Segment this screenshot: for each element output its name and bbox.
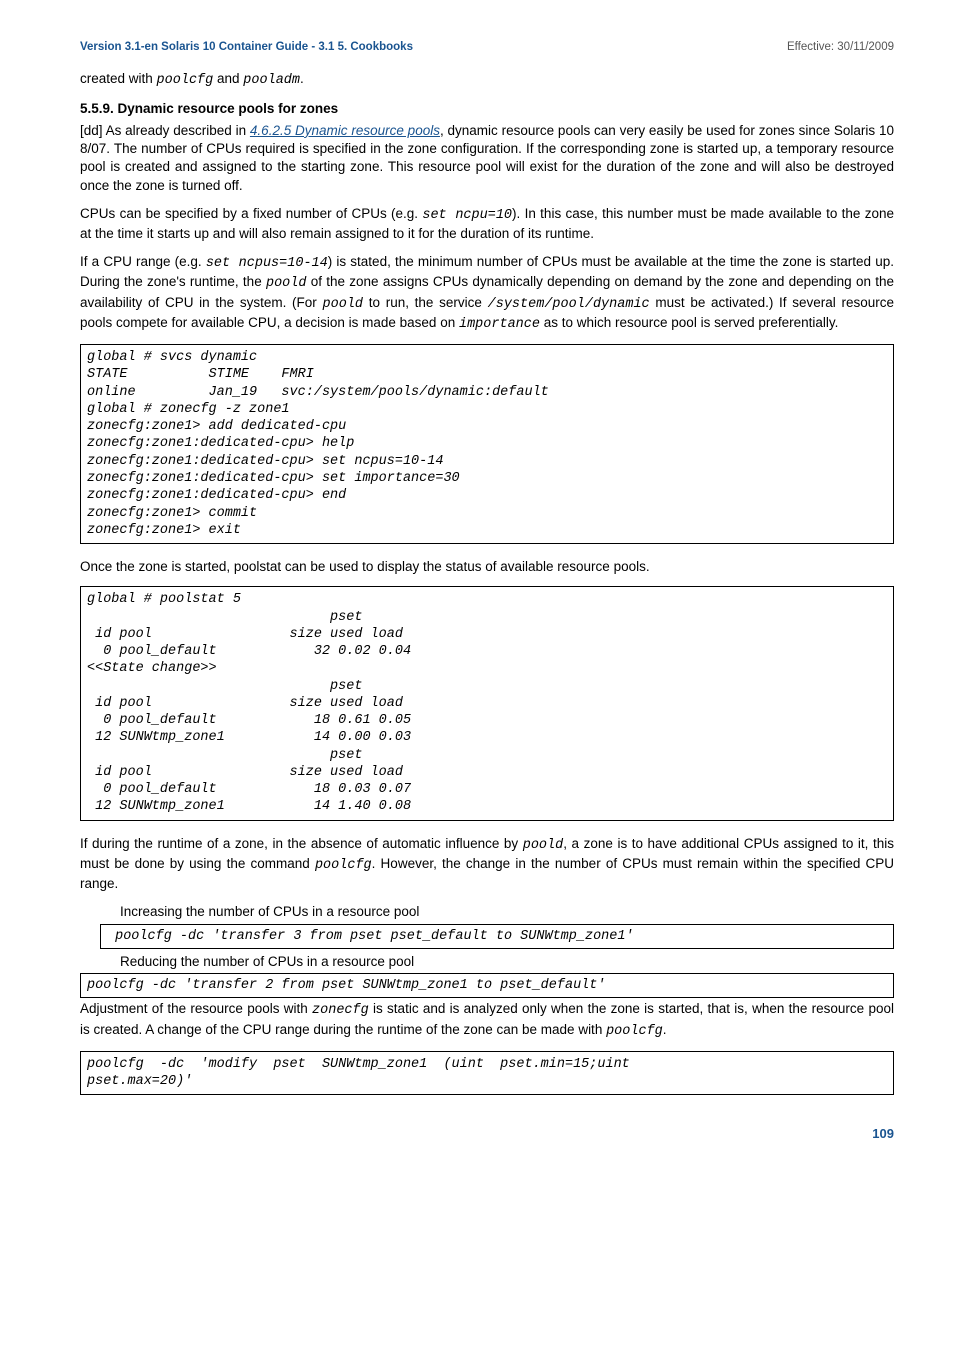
text: [dd] As already described in bbox=[80, 123, 250, 138]
page-header: Version 3.1-en Solaris 10 Container Guid… bbox=[80, 40, 894, 56]
code-importance: importance bbox=[459, 317, 540, 332]
text: created with bbox=[80, 71, 157, 86]
code-service-path: /system/pool/dynamic bbox=[488, 297, 650, 312]
code-block-transfer-reduce: poolcfg -dc 'transfer 2 from pset SUNWtm… bbox=[80, 973, 894, 998]
page-number: 109 bbox=[80, 1125, 894, 1143]
header-left: Version 3.1-en Solaris 10 Container Guid… bbox=[80, 40, 413, 56]
code-block-poolstat: global # poolstat 5 pset id pool size us… bbox=[80, 586, 894, 820]
paragraph-4: Once the zone is started, poolstat can b… bbox=[80, 558, 894, 576]
code-poolcfg-3: poolcfg bbox=[606, 1024, 663, 1039]
text: as to which resource pool is served pref… bbox=[540, 315, 838, 330]
code-set-ncpu: set ncpu=10 bbox=[422, 208, 512, 223]
code-poolcfg: poolcfg bbox=[157, 73, 214, 88]
text: to run, the service bbox=[363, 295, 488, 310]
code-block-modify-pset: poolcfg -dc 'modify pset SUNWtmp_zone1 (… bbox=[80, 1051, 894, 1096]
intro-line: created with poolcfg and pooladm. bbox=[80, 70, 894, 90]
paragraph-5: If during the runtime of a zone, in the … bbox=[80, 835, 894, 894]
code-poold-3: poold bbox=[523, 838, 564, 853]
label-increase: Increasing the number of CPUs in a resou… bbox=[120, 903, 894, 921]
paragraph-6: Adjustment of the resource pools with zo… bbox=[80, 1000, 894, 1040]
code-zonecfg: zonecfg bbox=[312, 1003, 369, 1018]
text: . bbox=[663, 1022, 667, 1037]
code-pooladm: pooladm bbox=[243, 73, 300, 88]
header-title: Solaris 10 Container Guide - 3.1 5. Cook… bbox=[158, 41, 413, 53]
code-poold-2: poold bbox=[323, 297, 364, 312]
text: Adjustment of the resource pools with bbox=[80, 1001, 312, 1016]
code-block-zonecfg: global # svcs dynamic STATE STIME FMRI o… bbox=[80, 344, 894, 544]
paragraph-2: CPUs can be specified by a fixed number … bbox=[80, 205, 894, 243]
link-dynamic-pools[interactable]: 4.6.2.5 Dynamic resource pools bbox=[250, 123, 440, 138]
label-reduce: Reducing the number of CPUs in a resourc… bbox=[120, 953, 894, 971]
text: If during the runtime of a zone, in the … bbox=[80, 836, 523, 851]
text: If a CPU range (e.g. bbox=[80, 254, 206, 269]
code-set-ncpus-range: set ncpus=10-14 bbox=[206, 256, 328, 271]
header-version: Version 3.1-en bbox=[80, 41, 158, 53]
text: and bbox=[213, 71, 243, 86]
code-poold: poold bbox=[266, 276, 307, 291]
text: . bbox=[300, 71, 304, 86]
section-heading: 5.5.9. Dynamic resource pools for zones bbox=[80, 100, 894, 118]
paragraph-3: If a CPU range (e.g. set ncpus=10-14) is… bbox=[80, 253, 894, 334]
header-date: Effective: 30/11/2009 bbox=[787, 40, 894, 56]
code-poolcfg-2: poolcfg bbox=[315, 858, 372, 873]
code-block-transfer-increase: poolcfg -dc 'transfer 3 from pset pset_d… bbox=[100, 924, 894, 949]
text: CPUs can be specified by a fixed number … bbox=[80, 206, 422, 221]
paragraph-1: [dd] As already described in 4.6.2.5 Dyn… bbox=[80, 122, 894, 195]
